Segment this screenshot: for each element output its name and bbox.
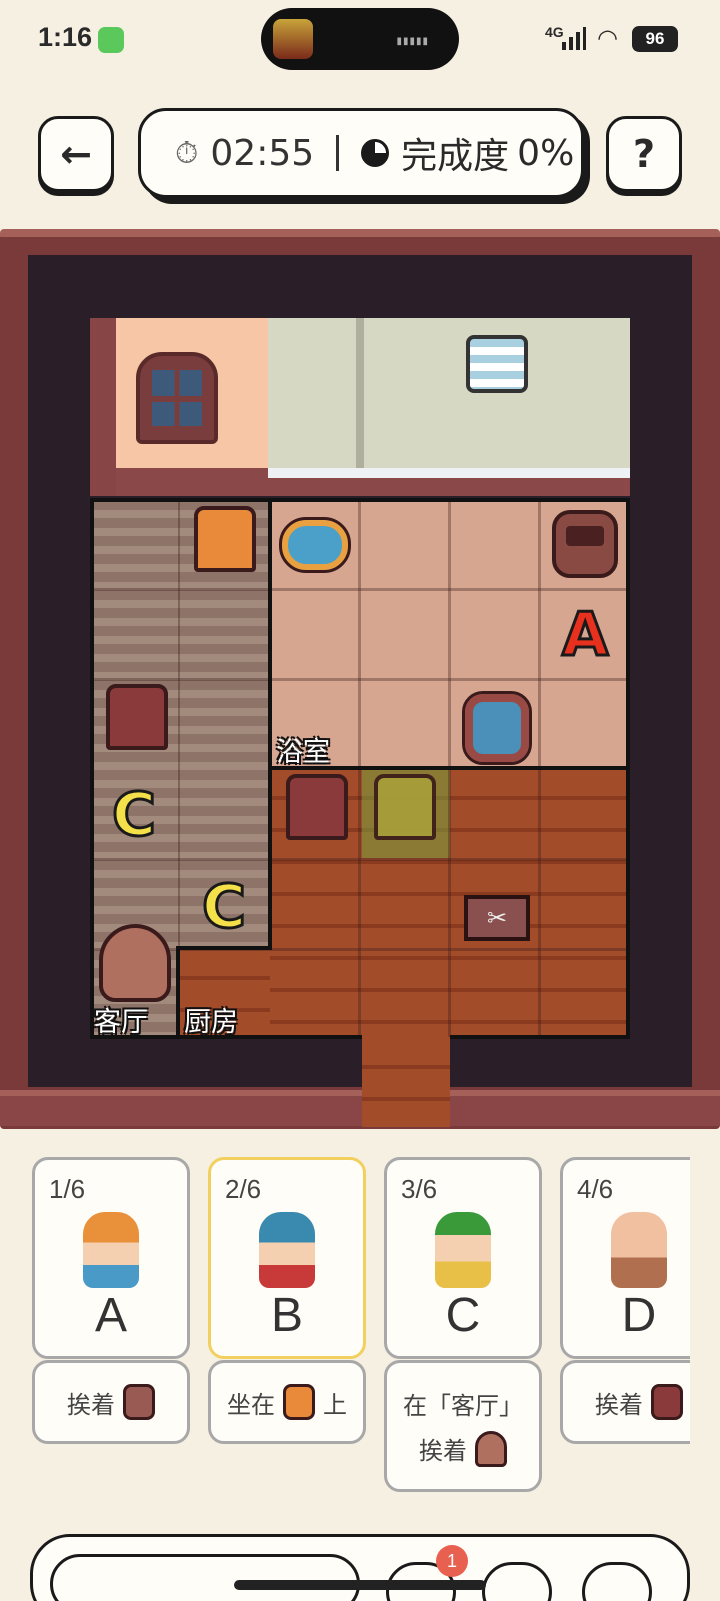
bathtub-icon xyxy=(279,514,351,576)
card-index: 3/6 xyxy=(401,1174,438,1204)
character-card-a[interactable]: 1/6 A xyxy=(32,1157,190,1359)
window-icon xyxy=(136,352,218,444)
clue-text: 坐在 xyxy=(227,1390,275,1419)
progress-label: 完成度 xyxy=(401,136,510,177)
sack-person-icon xyxy=(475,1430,507,1467)
board-frame-bottom xyxy=(0,1090,720,1126)
character-card-c[interactable]: 3/6 C xyxy=(384,1157,542,1359)
game-info-bar: ⏱ 02:55 完成度 0% xyxy=(138,108,584,198)
progress-pie-icon xyxy=(361,139,390,167)
clue-text: 挨着 xyxy=(419,1437,467,1465)
entrance-path xyxy=(362,1037,450,1127)
status-bar: 1:16 ▮▮▮▮▮ 4G ◠ 96 xyxy=(0,0,720,80)
wall-base xyxy=(116,468,268,496)
placed-letter-a[interactable]: A xyxy=(560,599,609,672)
chair-brown-icon xyxy=(104,682,170,752)
clue-row: 挨着 xyxy=(419,1430,507,1467)
home-indicator xyxy=(234,1580,486,1590)
placed-letter-c[interactable]: C xyxy=(110,779,157,852)
room-border-left xyxy=(90,498,94,1039)
notification-badge: 1 xyxy=(436,1545,468,1577)
clue-text: 挨着 xyxy=(67,1390,115,1419)
card-scroll-edge xyxy=(690,1140,720,1470)
wall-bathroom-left xyxy=(268,318,358,468)
progress-value: 0% xyxy=(517,132,575,174)
phone-app-icon xyxy=(98,27,124,53)
chair-brown-icon xyxy=(651,1384,683,1420)
signal-icon xyxy=(562,27,586,50)
sink-icon xyxy=(462,691,532,765)
chair-olive-icon xyxy=(372,772,438,842)
bottom-input-pill[interactable] xyxy=(50,1554,360,1601)
sack-person-icon xyxy=(96,922,174,1004)
game-thumbnail-icon xyxy=(273,19,313,59)
room-label-kitchen: 厨房 xyxy=(184,1007,238,1038)
back-button[interactable]: ← xyxy=(38,116,114,192)
arrow-left-icon: ← xyxy=(60,132,92,176)
clue-text-suffix: 上 xyxy=(323,1390,347,1419)
card-letter: C xyxy=(445,1289,481,1342)
battery-indicator: 96 xyxy=(632,26,678,52)
armchair-icon xyxy=(550,508,620,580)
chair-orange-icon xyxy=(283,1384,315,1420)
grid-line xyxy=(92,858,628,861)
card-index: 1/6 xyxy=(49,1174,86,1204)
towel-icon xyxy=(466,335,528,393)
room-label-living-room: 客厅 xyxy=(94,1007,148,1038)
dynamic-island: ▮▮▮▮▮ xyxy=(261,8,459,70)
stopwatch-icon: ⏱ xyxy=(175,135,199,171)
living-room-border xyxy=(268,498,272,950)
wifi-icon: ◠ xyxy=(597,24,618,52)
chair-brown-icon xyxy=(284,772,350,842)
clue-text: 挨着 xyxy=(595,1390,643,1419)
placed-letter-c[interactable]: C xyxy=(200,871,247,944)
toolbox-icon xyxy=(460,890,534,946)
help-button[interactable]: ? xyxy=(606,116,682,192)
grid-line xyxy=(92,588,628,591)
card-letter: B xyxy=(270,1289,303,1342)
character-avatar-icon xyxy=(83,1212,139,1288)
divider xyxy=(336,135,340,171)
character-avatar-icon xyxy=(259,1212,315,1288)
card-index: 2/6 xyxy=(225,1174,262,1204)
clue-card-b: 坐在 上 xyxy=(208,1360,366,1444)
status-time: 1:16 xyxy=(38,22,93,52)
character-card-b[interactable]: 2/6 B xyxy=(208,1157,366,1359)
character-avatar-icon xyxy=(435,1212,491,1288)
character-avatar-icon xyxy=(611,1212,667,1288)
chair-orange-icon xyxy=(192,504,258,574)
armchair-icon xyxy=(123,1384,155,1420)
kitchen-border-left xyxy=(176,946,180,1039)
timer-text: 02:55 xyxy=(210,132,315,174)
grid-line xyxy=(178,500,180,948)
wall-bathroom-base xyxy=(268,468,630,496)
card-letter: A xyxy=(94,1289,127,1342)
clue-text: 在「客厅」 xyxy=(403,1391,523,1420)
grid-line xyxy=(92,678,628,681)
clue-card-c: 在「客厅」 挨着 xyxy=(384,1360,542,1492)
room-label-bathroom: 浴室 xyxy=(276,737,330,768)
room-border-top xyxy=(90,498,630,502)
wall-post xyxy=(356,318,364,490)
clue-card-a: 挨着 xyxy=(32,1360,190,1444)
wall-left xyxy=(90,318,116,496)
help-label: ? xyxy=(632,132,656,176)
kitchen-border xyxy=(176,946,272,950)
room-border-bottom-right xyxy=(450,1035,630,1039)
card-index: 4/6 xyxy=(577,1174,614,1204)
audio-bars-icon: ▮▮▮▮▮ xyxy=(396,36,429,47)
